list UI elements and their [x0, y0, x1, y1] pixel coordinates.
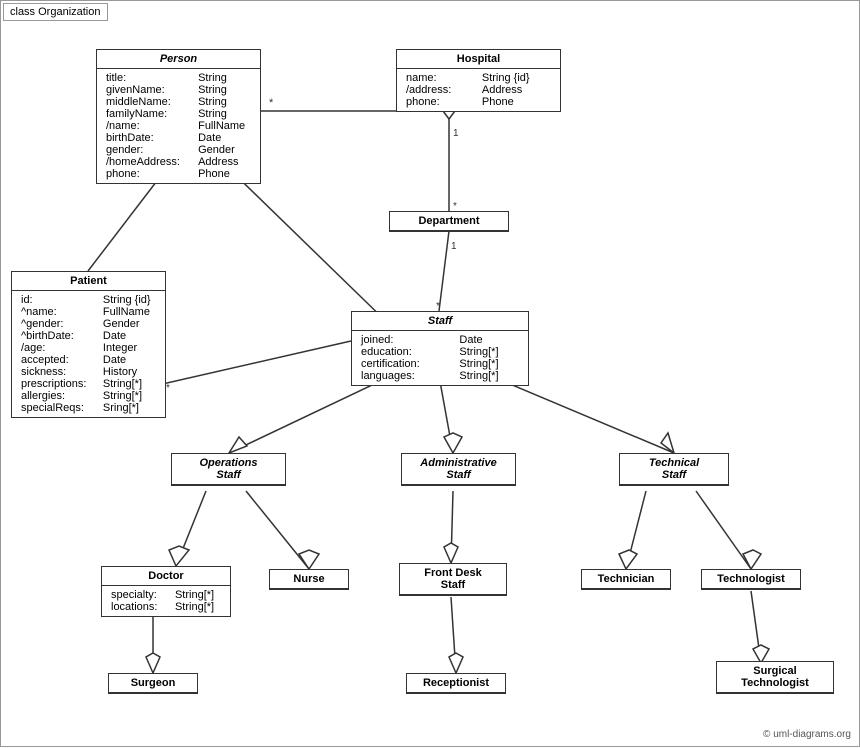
class-admin-staff-header: AdministrativeStaff [402, 454, 515, 485]
class-technologist: Technologist [701, 569, 801, 590]
class-tech-staff-header: TechnicalStaff [620, 454, 728, 485]
class-admin-staff: AdministrativeStaff [401, 453, 516, 486]
svg-text:1: 1 [453, 128, 459, 139]
class-staff-body: joined:Date education:String[*] certific… [352, 331, 528, 385]
class-hospital-body: name:String {id} /address:Address phone:… [397, 69, 560, 111]
class-front-desk-staff: Front DeskStaff [399, 563, 507, 596]
class-surgical-technologist: SurgicalTechnologist [716, 661, 834, 694]
svg-text:*: * [269, 97, 274, 109]
class-ops-staff: OperationsStaff [171, 453, 286, 486]
class-surgeon: Surgeon [108, 673, 198, 694]
class-patient-header: Patient [12, 272, 165, 291]
class-technologist-header: Technologist [702, 570, 800, 589]
class-nurse-header: Nurse [270, 570, 348, 589]
copyright-text: © uml-diagrams.org [763, 729, 851, 740]
class-person: Person title:String givenName:String mid… [96, 49, 261, 184]
class-nurse: Nurse [269, 569, 349, 590]
class-patient: Patient id:String {id} ^name:FullName ^g… [11, 271, 166, 418]
uml-diagram: class Organization * 1 * 1 * [0, 0, 860, 747]
class-department: Department [389, 211, 509, 232]
class-front-desk-staff-header: Front DeskStaff [400, 564, 506, 595]
class-technician-header: Technician [582, 570, 670, 589]
class-hospital: Hospital name:String {id} /address:Addre… [396, 49, 561, 112]
class-receptionist: Receptionist [406, 673, 506, 694]
class-patient-body: id:String {id} ^name:FullName ^gender:Ge… [12, 291, 165, 417]
class-tech-staff: TechnicalStaff [619, 453, 729, 486]
class-staff-header: Staff [352, 312, 528, 331]
class-person-body: title:String givenName:String middleName… [97, 69, 260, 183]
svg-text:*: * [166, 383, 170, 394]
class-doctor-header: Doctor [102, 567, 230, 586]
class-ops-staff-header: OperationsStaff [172, 454, 285, 485]
class-surgeon-header: Surgeon [109, 674, 197, 693]
diagram-title: class Organization [3, 3, 108, 21]
class-receptionist-header: Receptionist [407, 674, 505, 693]
class-technician: Technician [581, 569, 671, 590]
svg-text:1: 1 [451, 241, 457, 252]
class-staff: Staff joined:Date education:String[*] ce… [351, 311, 529, 386]
class-surgical-technologist-header: SurgicalTechnologist [717, 662, 833, 693]
class-person-header: Person [97, 50, 260, 69]
class-department-header: Department [390, 212, 508, 231]
class-doctor-body: specialty:String[*] locations:String[*] [102, 586, 230, 616]
class-hospital-header: Hospital [397, 50, 560, 69]
class-doctor: Doctor specialty:String[*] locations:Str… [101, 566, 231, 617]
